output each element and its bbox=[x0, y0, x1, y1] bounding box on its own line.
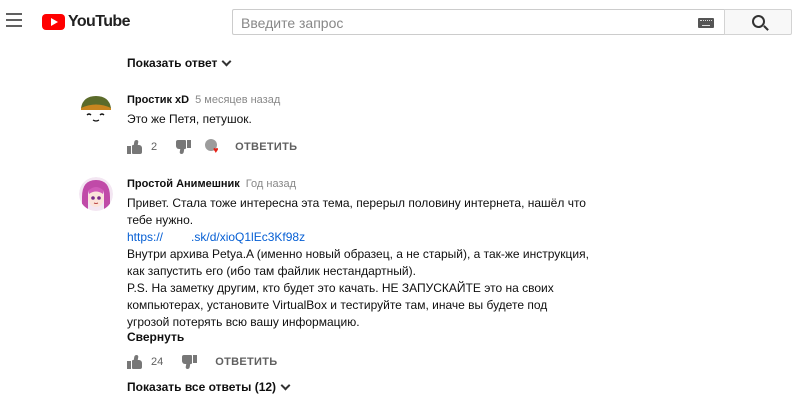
logo-text: YouTube bbox=[68, 13, 130, 30]
search-input[interactable]: Введите запрос bbox=[232, 9, 724, 35]
comment-text: Это же Петя, петушок. bbox=[127, 112, 252, 126]
comment-actions: 24 ОТВЕТИТЬ bbox=[127, 354, 277, 370]
show-all-replies-button[interactable]: Показать все ответы (12) bbox=[127, 380, 291, 394]
like-count: 2 bbox=[151, 141, 158, 153]
like-icon[interactable] bbox=[127, 355, 143, 369]
comment-line: Внутри архива Petya.A (именно новый обра… bbox=[127, 247, 589, 261]
show-all-replies-label: Показать все ответы (12) bbox=[127, 380, 277, 394]
collapse-label: Свернуть bbox=[127, 330, 185, 344]
comment-line: P.S. На заметку другим, кто будет это ка… bbox=[127, 281, 554, 295]
comment-time[interactable]: Год назад bbox=[246, 178, 296, 190]
author-name[interactable]: Простик xD bbox=[127, 94, 189, 106]
search-icon bbox=[752, 15, 765, 28]
youtube-logo[interactable]: YouTube bbox=[42, 11, 130, 33]
comment-line: тебе нужно. bbox=[127, 213, 194, 227]
show-reply-label: Показать ответ bbox=[127, 56, 218, 70]
like-icon[interactable] bbox=[127, 140, 143, 154]
comment-line: компьютерах, установите VirtualBox и тес… bbox=[127, 298, 548, 312]
comment-author[interactable]: Простой Анимешник Год назад bbox=[127, 178, 296, 190]
comment-actions: 2 ♥ ОТВЕТИТЬ bbox=[127, 139, 297, 155]
comment-line: угрозой потерять всю вашу информацию. bbox=[127, 315, 360, 329]
comment-link[interactable]: https:// .sk/d/xioQ1lEc3Kf98z bbox=[127, 229, 607, 246]
menu-icon[interactable] bbox=[6, 13, 22, 27]
search-button[interactable] bbox=[724, 9, 792, 35]
author-name[interactable]: Простой Анимешник bbox=[127, 178, 240, 190]
avatar[interactable] bbox=[79, 93, 113, 127]
keyboard-icon[interactable] bbox=[698, 18, 714, 28]
like-count: 24 bbox=[151, 356, 164, 368]
chevron-down-icon bbox=[280, 380, 291, 390]
search-placeholder: Введите запрос bbox=[241, 15, 344, 31]
chevron-down-icon bbox=[221, 56, 232, 66]
dislike-icon[interactable] bbox=[181, 355, 198, 369]
avatar[interactable] bbox=[79, 177, 113, 211]
comment-time[interactable]: 5 месяцев назад bbox=[195, 94, 280, 106]
link-part[interactable]: .sk/d/xioQ1lEc3Kf98z bbox=[191, 230, 305, 244]
show-reply-button[interactable]: Показать ответ bbox=[127, 56, 232, 70]
comment-text: Привет. Стала тоже интересна эта тема, п… bbox=[127, 195, 607, 331]
comment-line: Привет. Стала тоже интересна эта тема, п… bbox=[127, 196, 586, 210]
reply-button[interactable]: ОТВЕТИТЬ bbox=[235, 141, 297, 153]
play-logo-icon bbox=[42, 14, 65, 30]
masthead: YouTube Введите запрос bbox=[0, 0, 800, 46]
creator-heart-icon: ♥ bbox=[205, 139, 221, 155]
reply-button[interactable]: ОТВЕТИТЬ bbox=[215, 356, 277, 368]
link-part[interactable]: https:// bbox=[127, 230, 163, 244]
comment-line: как запустить его (ибо там файлик нестан… bbox=[127, 264, 416, 278]
comment-author[interactable]: Простик xD 5 месяцев назад bbox=[127, 94, 280, 106]
collapse-button[interactable]: Свернуть bbox=[127, 330, 184, 344]
dislike-icon[interactable] bbox=[175, 140, 192, 154]
